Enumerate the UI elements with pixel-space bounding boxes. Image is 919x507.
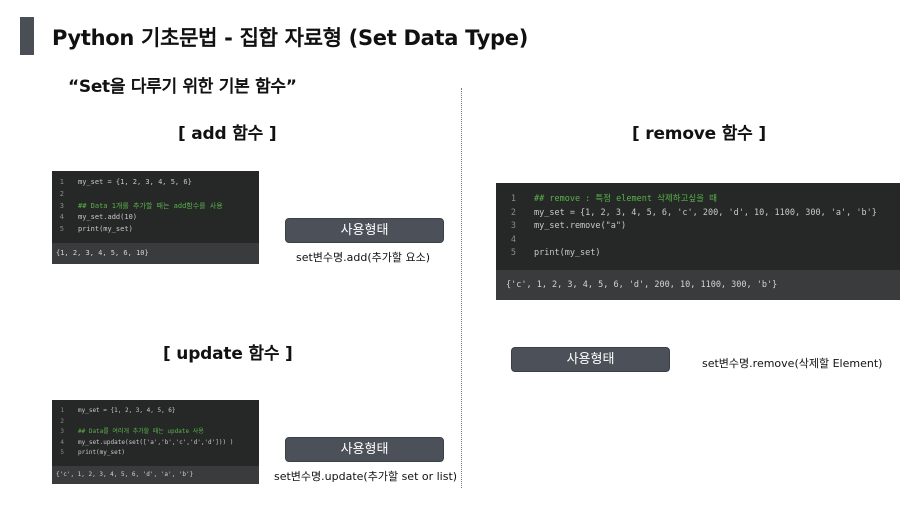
- code-text: my_set = {1, 2, 3, 4, 5, 6, 'c', 200, 'd…: [534, 207, 877, 218]
- code-line: 4 my_set.add(10): [52, 212, 259, 224]
- line-number: 1: [60, 407, 64, 414]
- line-number: 3: [60, 428, 64, 435]
- remove-code-snippet: 1 ## remove : 특정 element 삭제하고싶을 때 2 my_set …: [496, 183, 900, 300]
- line-number: 2: [510, 207, 516, 218]
- code-text: my_set = {1, 2, 3, 4, 5, 6}: [78, 178, 192, 186]
- remove-usage-button[interactable]: 사용형태: [511, 347, 670, 372]
- add-usage-text: set변수명.add(추가할 요소): [296, 251, 431, 264]
- line-number: 4: [60, 438, 64, 446]
- code-text: my_set = {1, 2, 3, 4, 5, 6}: [78, 407, 176, 414]
- remove-code-lines: 1 ## remove : 특정 element 삭제하고싶을 때 2 my_set …: [496, 183, 900, 261]
- add-usage-button[interactable]: 사용형태: [285, 218, 444, 243]
- code-line: 1 my_set = {1, 2, 3, 4, 5, 6}: [52, 406, 259, 417]
- update-output: {'c', 1, 2, 3, 4, 5, 6, 'd', 'a', 'b'}: [52, 466, 259, 484]
- remove-usage-text: set변수명.remove(삭제할 Element): [702, 357, 883, 370]
- code-comment: ## Data 1개를 추가할 때는 add함수를 사용: [78, 201, 223, 210]
- code-line: 1 my_set = {1, 2, 3, 4, 5, 6}: [52, 177, 259, 189]
- line-number: 1: [510, 194, 516, 204]
- line-number: 5: [510, 248, 516, 258]
- line-number: 2: [59, 189, 64, 198]
- add-code-snippet: 1 my_set = {1, 2, 3, 4, 5, 6} 2 3 ## Data 1개…: [52, 171, 259, 264]
- code-line: 2: [52, 417, 259, 428]
- code-text: print(my_set): [78, 225, 133, 234]
- code-line: 5 print(my_set): [52, 224, 259, 236]
- line-number: 5: [59, 225, 64, 234]
- update-code-snippet: 1 my_set = {1, 2, 3, 4, 5, 6} 2 3 ## Data를 여…: [52, 400, 259, 484]
- update-code-lines: 1 my_set = {1, 2, 3, 4, 5, 6} 2 3 ## Data를 여…: [52, 400, 259, 459]
- code-line: 5 print(my_set): [496, 247, 900, 261]
- page-title: Python 기초문법 - 집합 자료형 (Set Data Type): [52, 26, 529, 50]
- remove-heading: [ remove 함수 ]: [632, 124, 766, 144]
- line-number: 5: [60, 449, 64, 456]
- update-usage-text: set변수명.update(추가할 set or list): [274, 470, 458, 483]
- column-divider: [461, 88, 462, 488]
- code-comment: ## remove : 특정 element 삭제하고싶을 때: [534, 194, 717, 204]
- code-text: my_set.add(10): [78, 213, 138, 222]
- code-line: 3 ## Data 1개를 추가할 때는 add함수를 사용: [52, 201, 259, 213]
- code-text: print(my_set): [78, 449, 125, 456]
- line-number: 3: [510, 221, 516, 231]
- code-text: my_set.update(set(['a','b','c','d','d'])…: [78, 438, 234, 446]
- code-line: 2 my_set = {1, 2, 3, 4, 5, 6, 'c', 200, '…: [496, 207, 900, 221]
- code-text: my_set.remove("a"): [534, 221, 627, 231]
- code-text: print(my_set): [534, 248, 601, 258]
- line-number: 4: [59, 213, 64, 222]
- code-line: 5 print(my_set): [52, 448, 259, 459]
- line-number: 3: [59, 201, 64, 210]
- code-comment: ## Data를 여러개 추가할 때는 update 사용: [78, 428, 204, 435]
- line-number: 4: [510, 234, 516, 245]
- line-number: 1: [59, 178, 64, 186]
- code-line: 4 my_set.update(set(['a','b','c','d','d']…: [52, 438, 259, 449]
- code-line: 3 my_set.remove("a"): [496, 220, 900, 234]
- code-line: 1 ## remove : 특정 element 삭제하고싶을 때: [496, 193, 900, 207]
- code-line: 3 ## Data를 여러개 추가할 때는 update 사용: [52, 427, 259, 438]
- page-subtitle: “Set을 다루기 위한 기본 함수”: [68, 77, 297, 97]
- add-heading: [ add 함수 ]: [178, 124, 277, 144]
- remove-output: {'c', 1, 2, 3, 4, 5, 6, 'd', 200, 10, 11…: [496, 270, 900, 300]
- update-usage-button[interactable]: 사용형태: [285, 437, 444, 462]
- update-heading: [ update 함수 ]: [163, 344, 293, 364]
- title-accent-bar: [20, 17, 34, 55]
- code-line: 2: [52, 189, 259, 201]
- add-output: {1, 2, 3, 4, 5, 6, 10}: [52, 243, 259, 264]
- add-code-lines: 1 my_set = {1, 2, 3, 4, 5, 6} 2 3 ## Data 1개…: [52, 171, 259, 236]
- line-number: 2: [60, 417, 64, 425]
- code-line: 4: [496, 234, 900, 248]
